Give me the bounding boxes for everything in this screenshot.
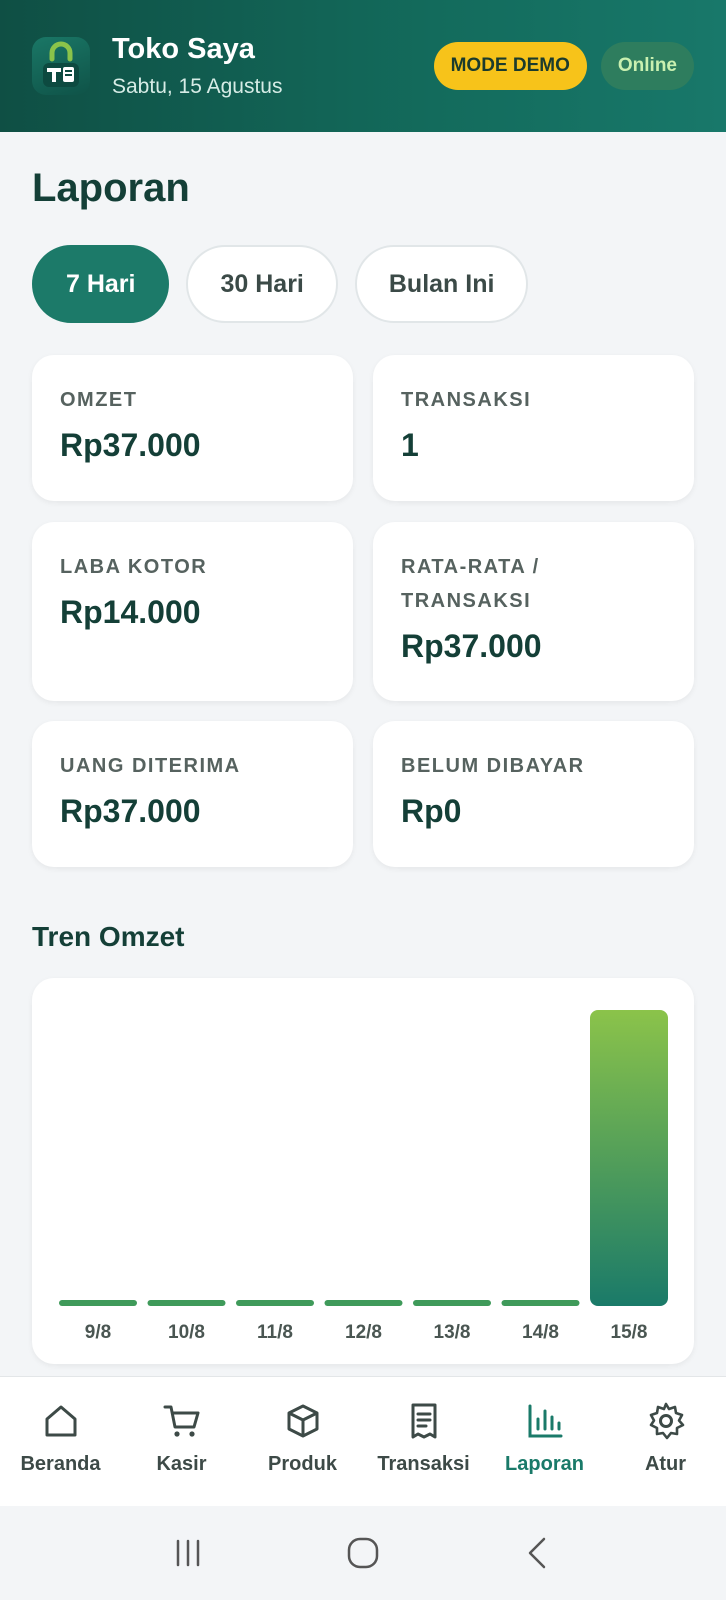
stat-card-uang-diterima: UANG DITERIMA Rp37.000 <box>32 721 353 867</box>
home-icon <box>45 1405 76 1437</box>
stat-label: LABA KOTOR <box>60 556 208 578</box>
chart-x-label: 12/8 <box>345 1322 382 1343</box>
nav-item-laporan[interactable]: Laporan <box>484 1377 605 1506</box>
stat-label: TRANSAKSI <box>401 389 532 411</box>
chart-bar-9-8 <box>59 1300 137 1306</box>
nav-item-atur[interactable]: Atur <box>605 1377 726 1506</box>
box-icon <box>287 1404 318 1438</box>
range-selector: 7 Hari 30 Hari Bulan Ini <box>32 245 529 323</box>
chart-bar-12-8 <box>324 1300 403 1306</box>
stat-value: Rp37.000 <box>60 427 201 463</box>
stat-label: OMZET <box>60 389 138 411</box>
app-header: Toko Saya Sabtu, 15 Agustus MODE DEMO On… <box>0 0 726 132</box>
nav-label: Produk <box>268 1453 337 1475</box>
range-chip-7-hari[interactable]: 7 Hari <box>32 245 170 323</box>
nav-item-transaksi[interactable]: Transaksi <box>363 1377 484 1506</box>
chart-x-label: 13/8 <box>434 1322 471 1343</box>
stat-card-transaksi: TRANSAKSI 1 <box>373 355 694 501</box>
chart-bar-14-8 <box>501 1300 580 1306</box>
stat-card-belum-dibayar: BELUM DIBAYAR Rp0 <box>373 721 694 867</box>
nav-label: Kasir <box>156 1453 207 1475</box>
store-date: Sabtu, 15 Agustus <box>112 75 283 98</box>
gear-icon <box>649 1402 684 1440</box>
home-button-icon[interactable] <box>343 1533 383 1573</box>
chart-bar-15-8 <box>590 1010 668 1306</box>
bottom-navigation: Beranda Kasir Produk Transaksi Laporan A… <box>0 1376 726 1506</box>
chart-x-label: 11/8 <box>257 1322 293 1343</box>
stat-value: Rp37.000 <box>401 628 542 664</box>
store-logo <box>32 37 90 95</box>
recent-apps-icon[interactable] <box>168 1533 208 1573</box>
shopping-bag-icon <box>43 41 79 87</box>
stat-card-omzet: OMZET Rp37.000 <box>32 355 353 501</box>
trend-chart-card: 9/8 10/8 11/8 12/8 13/8 14/8 15/8 <box>32 978 694 1364</box>
header-text: Toko Saya Sabtu, 15 Agustus <box>112 32 434 100</box>
nav-label: Laporan <box>505 1453 584 1475</box>
stat-value: Rp37.000 <box>60 793 201 829</box>
system-navigation-bar <box>0 1506 726 1600</box>
online-status-badge: Online <box>600 42 694 90</box>
chart-bar-10-8 <box>147 1300 226 1306</box>
stat-label: RATA-RATA / TRANSAKSI <box>401 556 540 612</box>
chart-x-label: 14/8 <box>522 1322 559 1343</box>
cart-icon <box>163 1405 199 1437</box>
receipt-icon <box>411 1403 436 1439</box>
nav-item-produk[interactable]: Produk <box>242 1377 363 1506</box>
back-icon[interactable] <box>518 1533 558 1573</box>
stat-value: Rp14.000 <box>60 594 201 630</box>
nav-label: Transaksi <box>377 1453 470 1475</box>
nav-label: Atur <box>644 1453 687 1475</box>
chart-bar-11-8 <box>236 1300 314 1306</box>
stat-value: 1 <box>401 427 419 463</box>
trend-bar-chart: 9/8 10/8 11/8 12/8 13/8 14/8 15/8 <box>59 1010 668 1343</box>
demo-mode-badge[interactable]: MODE DEMO <box>433 42 587 90</box>
chart-x-label: 9/8 <box>85 1322 111 1343</box>
range-chip-30-hari[interactable]: 30 Hari <box>186 245 338 323</box>
trend-title: Tren Omzet <box>32 921 185 952</box>
page-title: Laporan <box>32 166 190 210</box>
stat-value: Rp0 <box>401 793 462 829</box>
bar-chart-icon <box>528 1404 562 1438</box>
nav-item-beranda[interactable]: Beranda <box>0 1377 121 1506</box>
stat-label: UANG DITERIMA <box>60 755 241 777</box>
stat-card-laba-kotor: LABA KOTOR Rp14.000 <box>32 522 353 701</box>
chart-bar-13-8 <box>413 1300 491 1306</box>
stat-card-rata-rata: RATA-RATA / TRANSAKSI Rp37.000 <box>373 522 694 701</box>
chart-x-label: 10/8 <box>168 1322 205 1343</box>
range-chip-bulan-ini[interactable]: Bulan Ini <box>354 245 529 323</box>
chart-x-label: 15/8 <box>611 1322 648 1343</box>
store-name: Toko Saya <box>112 33 255 65</box>
nav-label: Beranda <box>20 1453 101 1475</box>
stat-label: BELUM DIBAYAR <box>401 755 585 777</box>
nav-item-kasir[interactable]: Kasir <box>121 1377 242 1506</box>
